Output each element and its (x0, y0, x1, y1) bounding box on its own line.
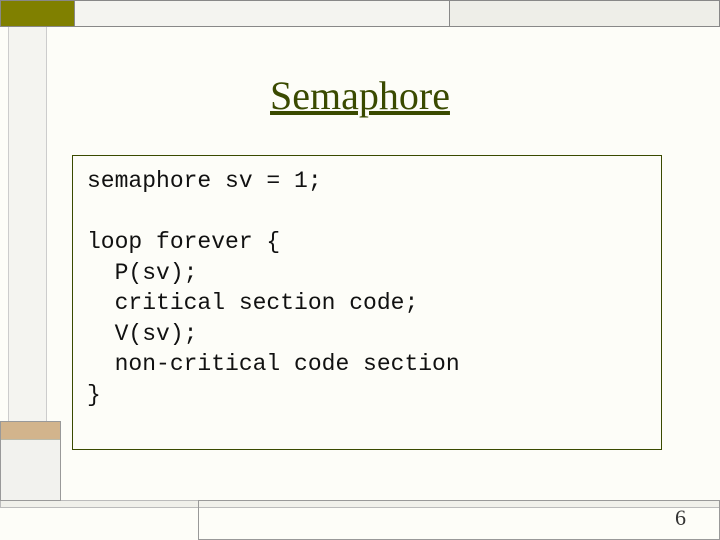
lower-left-tan-strip (1, 422, 60, 440)
top-band-olive-segment (0, 0, 75, 27)
code-content: semaphore sv = 1; loop forever { P(sv); … (87, 166, 647, 411)
top-band-light-segment-1 (75, 0, 450, 27)
code-box: semaphore sv = 1; loop forever { P(sv); … (72, 155, 662, 450)
slide: Semaphore semaphore sv = 1; loop forever… (0, 0, 720, 540)
top-decorative-band (0, 0, 720, 27)
top-band-light-segment-2 (450, 0, 720, 27)
page-number: 6 (675, 505, 686, 531)
lower-left-decorative-box (0, 421, 61, 501)
bottom-right-frame (198, 500, 720, 540)
slide-title: Semaphore (0, 72, 720, 119)
